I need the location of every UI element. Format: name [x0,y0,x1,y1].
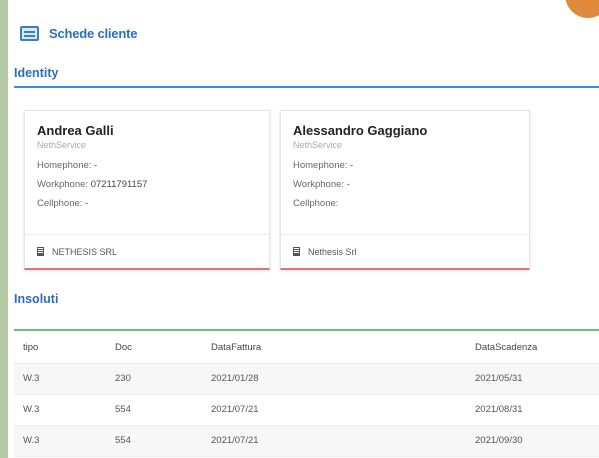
cell-doc: 554 [106,394,202,426]
contact-name: Andrea Galli [37,123,114,138]
insoluti-divider [14,329,599,331]
identity-divider [14,86,599,88]
building-icon [293,247,300,256]
cell-tipo: W.3 [14,363,106,395]
contact-card[interactable]: Andrea Galli NethService Homephone: - Wo… [24,110,270,270]
table-row[interactable]: W.3 230 2021/01/28 2021/05/31 [14,363,599,395]
homephone-line: Homephone: - [37,160,98,171]
insoluti-section-title: Insoluti [14,292,59,306]
column-header-datascadenza[interactable]: DataScadenza [466,332,599,364]
cell-tipo: W.3 [14,425,106,457]
table-row[interactable]: W.3 554 2021/07/21 2021/09/30 [14,425,599,457]
homephone-value[interactable]: - [94,160,97,171]
cell-datascadenza: 2021/08/31 [466,394,599,426]
workphone-line: Workphone: 07211791157 [37,179,148,190]
cell-tipo: W.3 [14,394,106,426]
homephone-value[interactable]: - [350,160,353,171]
column-header-tipo[interactable]: tipo [14,332,106,364]
cell-datafattura: 2021/01/28 [202,363,466,395]
column-header-datafattura[interactable]: DataFattura [202,332,466,364]
contact-company: NethService [293,140,343,150]
panel-header: Schede cliente [20,22,137,44]
table-row[interactable]: W.3 554 2021/07/21 2021/08/31 [14,394,599,426]
contact-organization: Nethesis Srl [308,246,357,257]
corner-decoration [565,0,599,18]
contact-organization: NETHESIS SRL [52,246,118,257]
panel-title: Schede cliente [49,25,138,41]
contact-name: Alessandro Gaggiano [293,123,428,138]
cell-datafattura: 2021/07/21 [202,425,466,457]
card-footer: NETHESIS SRL [25,234,269,268]
contact-company: NethService [37,140,87,150]
insoluti-table: tipo Doc DataFattura DataScadenza W.3 23… [14,332,599,457]
cell-datascadenza: 2021/09/30 [466,425,599,457]
cellphone-value[interactable]: - [85,198,88,209]
cell-datafattura: 2021/07/21 [202,394,466,426]
homephone-line: Homephone: - [293,160,354,171]
table-header-row: tipo Doc DataFattura DataScadenza [14,332,599,364]
building-icon [37,247,44,256]
workphone-value[interactable]: - [347,179,350,190]
cellphone-line: Cellphone: - [37,198,89,209]
workphone-value[interactable]: 07211791157 [91,179,148,190]
column-header-doc[interactable]: Doc [106,332,202,364]
id-card-icon [20,25,39,41]
identity-section-title: Identity [14,66,59,80]
cell-datascadenza: 2021/05/31 [466,363,599,395]
card-footer: Nethesis Srl [281,234,529,268]
workphone-line: Workphone: - [293,179,350,190]
cell-doc: 230 [106,363,202,395]
cell-doc: 554 [106,425,202,457]
customer-sheet-panel: Schede cliente Identity Andrea Galli Net… [8,0,599,458]
cellphone-line: Cellphone: [293,198,339,209]
contact-card[interactable]: Alessandro Gaggiano NethService Homephon… [280,110,530,270]
